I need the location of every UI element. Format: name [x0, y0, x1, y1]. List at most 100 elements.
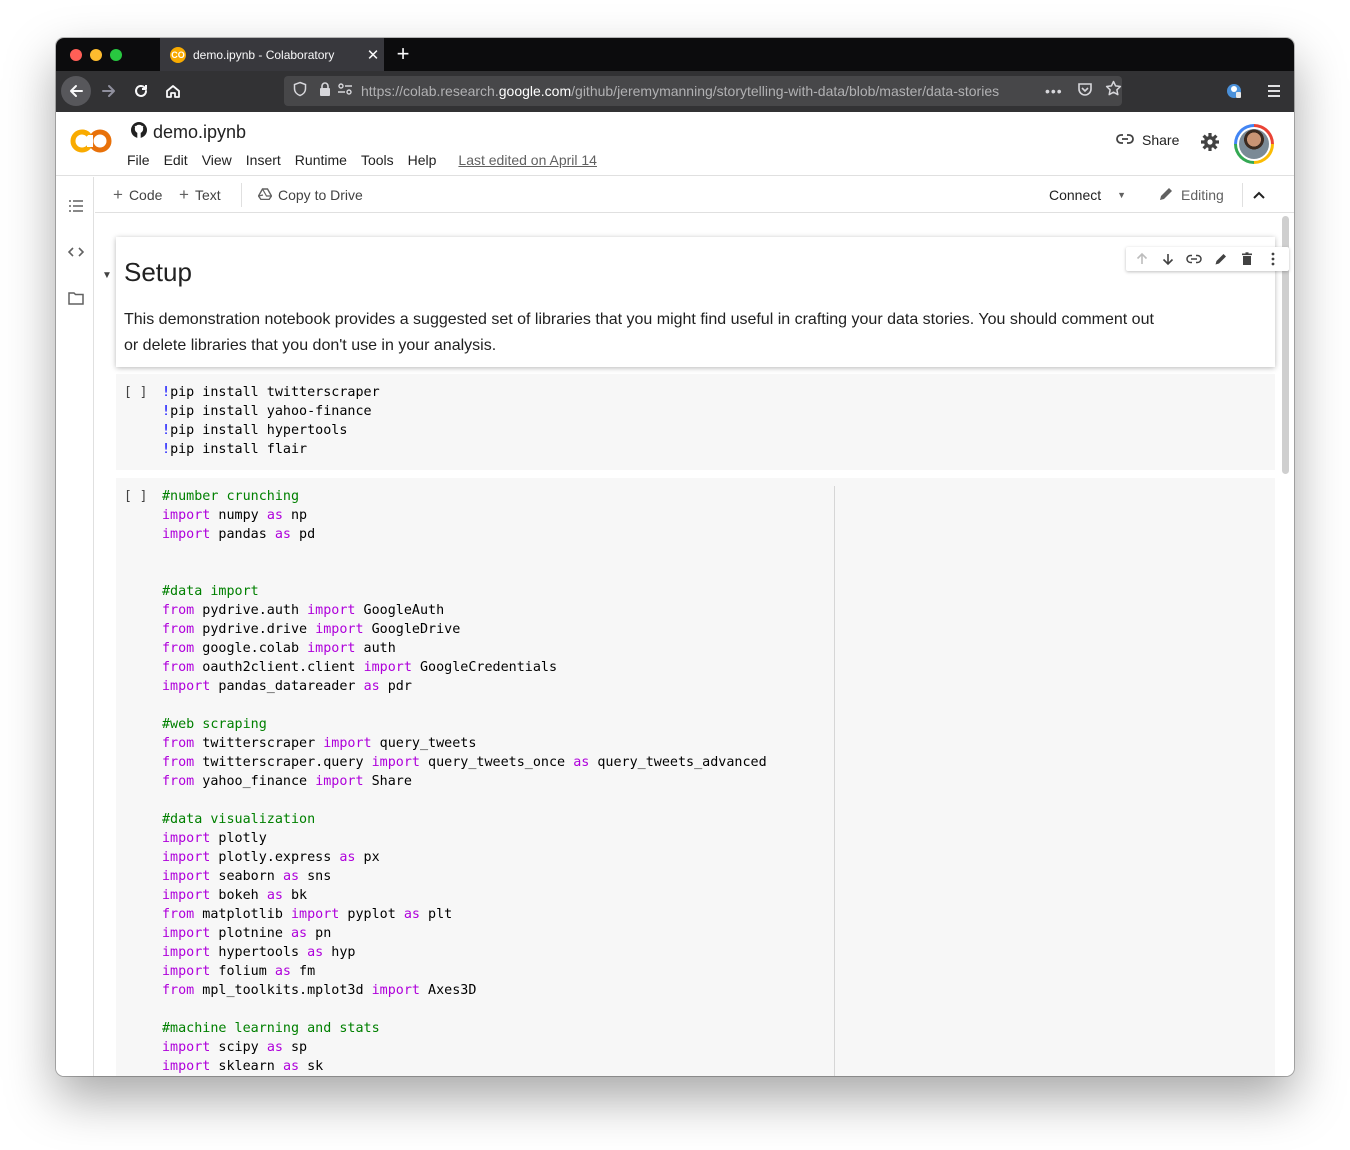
code-cell-pip-install[interactable]: [ ] !pip install twitterscraper !pip inst… [116, 374, 1275, 470]
code-line[interactable]: !pip install flair [162, 440, 380, 459]
hamburger-menu-icon[interactable] [1259, 76, 1289, 106]
run-cell-button[interactable]: [ ] [124, 489, 147, 504]
code-line[interactable]: from matplotlib import pyplot as plt [162, 905, 767, 924]
gear-icon[interactable] [1200, 132, 1220, 157]
extension-icon[interactable] [1219, 76, 1249, 106]
menu-help[interactable]: Help [408, 152, 444, 168]
code-line[interactable]: import hypertools as hyp [162, 943, 767, 962]
editing-mode-button[interactable]: Editing [1158, 177, 1224, 213]
home-icon[interactable] [158, 76, 188, 106]
minimize-window-button[interactable] [90, 49, 102, 61]
table-of-contents-icon[interactable] [67, 197, 85, 215]
add-text-cell-button[interactable]: + Text [179, 177, 221, 213]
code-line[interactable]: import sklearn as sk [162, 1057, 767, 1076]
url-bar[interactable]: https://colab.research.google.com/github… [284, 76, 1122, 106]
colab-logo-icon[interactable] [70, 126, 112, 156]
run-cell-button[interactable]: [ ] [124, 385, 147, 400]
pocket-icon[interactable] [1077, 81, 1093, 102]
code-text: plotly.express [210, 850, 340, 865]
lock-icon[interactable] [318, 81, 332, 102]
code-line[interactable]: import plotly.express as px [162, 848, 767, 867]
url-text[interactable]: https://colab.research.google.com/github… [361, 83, 1033, 99]
copy-to-drive-button[interactable]: Copy to Drive [257, 177, 363, 213]
menu-file[interactable]: File [127, 152, 157, 168]
code-line[interactable] [162, 563, 767, 582]
code-line[interactable]: from pydrive.drive import GoogleDrive [162, 620, 767, 639]
shield-icon[interactable] [292, 81, 308, 102]
menu-tools[interactable]: Tools [361, 152, 401, 168]
maximize-window-button[interactable] [110, 49, 122, 61]
code-snippets-icon[interactable] [67, 243, 85, 261]
code-line[interactable]: #machine learning and stats [162, 1019, 767, 1038]
connect-button[interactable]: Connect ▼ [1049, 177, 1126, 213]
move-up-icon[interactable] [1133, 250, 1151, 268]
code-line[interactable] [162, 1000, 767, 1019]
close-window-button[interactable] [70, 49, 82, 61]
collapse-section-icon[interactable]: ▼ [102, 270, 112, 281]
add-code-label: Code [128, 187, 163, 203]
move-down-icon[interactable] [1159, 250, 1177, 268]
code-line[interactable]: import bokeh as bk [162, 886, 767, 905]
back-arrow-icon[interactable] [61, 76, 91, 106]
code-line[interactable]: from oauth2client.client import GoogleCr… [162, 658, 767, 677]
menu-insert[interactable]: Insert [246, 152, 288, 168]
last-edited-link[interactable]: Last edited on April 14 [458, 152, 597, 168]
code-editor[interactable]: #number crunching import numpy as np impor… [162, 487, 767, 1076]
code-line[interactable]: import seaborn as sns [162, 867, 767, 886]
code-line[interactable]: #number crunching [162, 487, 767, 506]
menu-view[interactable]: View [202, 152, 239, 168]
add-code-cell-button[interactable]: + Code [113, 177, 162, 213]
browser-tab[interactable]: CO demo.ipynb - Colaboratory ✕ [160, 38, 384, 71]
code-editor[interactable]: !pip install twitterscraper !pip install … [162, 383, 380, 459]
reload-icon[interactable] [126, 76, 156, 106]
more-vert-icon[interactable] [1264, 250, 1282, 268]
code-line[interactable] [162, 696, 767, 715]
avatar-photo [1239, 129, 1269, 159]
avatar[interactable] [1234, 124, 1274, 164]
github-icon[interactable] [130, 121, 148, 144]
code-line[interactable]: import folium as fm [162, 962, 767, 981]
code-line[interactable]: from pydrive.auth import GoogleAuth [162, 601, 767, 620]
code-line[interactable]: import scipy as sp [162, 1038, 767, 1057]
code-line[interactable]: #web scraping [162, 715, 767, 734]
code-line[interactable]: !pip install hypertools [162, 421, 380, 440]
code-line[interactable]: import numpy as np [162, 506, 767, 525]
delete-icon[interactable] [1238, 250, 1256, 268]
link-icon[interactable] [1185, 250, 1203, 268]
edit-icon[interactable] [1212, 250, 1230, 268]
code-line[interactable]: import pandas_datareader as pdr [162, 677, 767, 696]
code-line[interactable]: from google.colab import auth [162, 639, 767, 658]
code-line[interactable]: #data visualization [162, 810, 767, 829]
colab-favicon-icon: CO [170, 46, 186, 63]
code-line[interactable] [162, 791, 767, 810]
permissions-icon[interactable] [337, 82, 353, 101]
code-text: hypertools [210, 945, 308, 960]
code-line[interactable]: from mpl_toolkits.mplot3d import Axes3D [162, 981, 767, 1000]
share-button[interactable]: Share [1116, 132, 1179, 148]
code-line[interactable]: #data import [162, 582, 767, 601]
code-line[interactable]: import plotly [162, 829, 767, 848]
new-tab-button[interactable]: + [392, 41, 414, 67]
files-folder-icon[interactable] [67, 289, 85, 307]
code-line[interactable]: import plotnine as pn [162, 924, 767, 943]
code-line[interactable]: !pip install twitterscraper [162, 383, 380, 402]
code-line[interactable]: import pandas as pd [162, 525, 767, 544]
bookmark-star-icon[interactable] [1105, 80, 1122, 102]
notebook-title[interactable]: demo.ipynb [153, 122, 246, 143]
code-line[interactable]: !pip install yahoo-finance [162, 402, 380, 421]
menu-edit[interactable]: Edit [164, 152, 195, 168]
text-cell-setup[interactable]: Setup This demonstration notebook provid… [116, 237, 1289, 367]
chevron-down-icon: ▼ [1117, 190, 1127, 200]
tab-close-icon[interactable]: ✕ [362, 46, 384, 64]
page-actions-more-icon[interactable]: ••• [1045, 83, 1063, 99]
code-text: pydrive.auth [194, 603, 308, 618]
code-cell-imports[interactable]: [ ] #number crunching import numpy as np i… [116, 478, 1275, 1076]
code-line[interactable] [162, 544, 767, 563]
code-line[interactable]: from twitterscraper import query_tweets [162, 734, 767, 753]
collapse-header-button[interactable] [1252, 177, 1266, 213]
menu-runtime[interactable]: Runtime [295, 152, 354, 168]
code-text: sp [282, 1040, 308, 1055]
code-line[interactable]: from yahoo_finance import Share [162, 772, 767, 791]
forward-arrow-icon[interactable] [94, 76, 124, 106]
code-line[interactable]: from twitterscraper.query import query_t… [162, 753, 767, 772]
